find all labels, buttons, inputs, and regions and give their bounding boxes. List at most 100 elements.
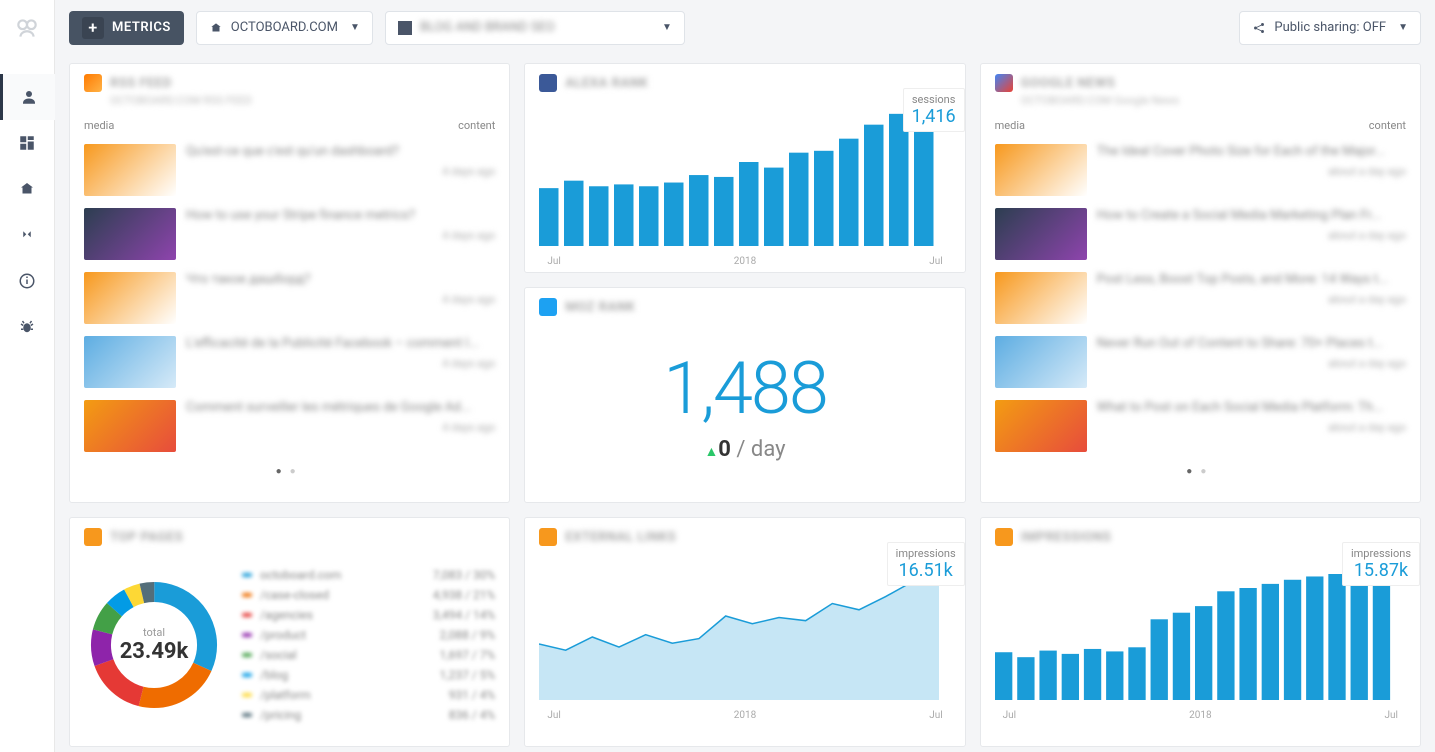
card-subtitle: OCTOBOARD.COM RSS FEED bbox=[70, 94, 509, 115]
item-title: Post Less, Boost Top Posts, and More: 14… bbox=[1097, 272, 1406, 287]
card-moz-rank: MOZ RANK 1,488 ▲0 / day bbox=[524, 287, 965, 503]
list-item[interactable]: How to Create a Social Media Marketing P… bbox=[981, 202, 1420, 266]
card-title: RSS FEED bbox=[110, 76, 172, 91]
item-title: The Ideal Cover Photo Size for Each of t… bbox=[1097, 144, 1406, 159]
list-item[interactable]: The Ideal Cover Photo Size for Each of t… bbox=[981, 138, 1420, 202]
google-news-icon bbox=[995, 74, 1013, 92]
legend: octoboard.com7,083 / 30%/case-closed4,93… bbox=[242, 565, 495, 725]
topbar: + METRICS OCTOBOARD.COM ▼ BLOG AND BRAND… bbox=[55, 0, 1435, 55]
feed-list: Qu'est-ce que c'est qu'un dashboard? 4 d… bbox=[70, 138, 509, 458]
card-alexa-rank: ALEXA RANK sessions 1,416 Jul 2018 Jul bbox=[524, 63, 965, 273]
sharing-label: Public sharing: OFF bbox=[1274, 20, 1386, 35]
donut-total-value: 23.49k bbox=[120, 639, 189, 664]
list-item[interactable]: How to use your Stripe finance metrics? … bbox=[70, 202, 509, 266]
card-title: ALEXA RANK bbox=[565, 76, 648, 91]
item-title: How to use your Stripe finance metrics? bbox=[186, 208, 495, 223]
dashboard-icon bbox=[398, 21, 412, 35]
list-item[interactable]: Qu'est-ce que c'est qu'un dashboard? 4 d… bbox=[70, 138, 509, 202]
thumbnail bbox=[995, 272, 1087, 324]
dashboard-selector-label: BLOG AND BRAND SEO bbox=[420, 20, 555, 35]
xaxis-label: Jul bbox=[929, 710, 942, 721]
bar-chart bbox=[995, 560, 1395, 700]
item-date: about a day ago bbox=[1097, 293, 1406, 306]
item-date: about a day ago bbox=[1097, 229, 1406, 242]
card-title: IMPRESSIONS bbox=[1021, 530, 1112, 545]
badge-label: sessions bbox=[912, 93, 956, 106]
alexa-icon bbox=[539, 74, 557, 92]
card-top-pages: TOP PAGES total 23.49k octoboard.com7,08… bbox=[69, 517, 510, 747]
dashboard-selector[interactable]: BLOG AND BRAND SEO ▼ bbox=[385, 11, 685, 45]
xaxis-label: 2018 bbox=[734, 256, 756, 267]
chevron-down-icon: ▼ bbox=[1398, 22, 1408, 33]
list-item[interactable]: Never Run Out of Content to Share: 70+ P… bbox=[981, 330, 1420, 394]
sidebar-item-account[interactable] bbox=[0, 74, 55, 120]
legend-item: /case-closed4,938 / 21% bbox=[242, 585, 495, 605]
xaxis-label: Jul bbox=[1385, 710, 1398, 721]
item-title: Never Run Out of Content to Share: 70+ P… bbox=[1097, 336, 1406, 351]
thumbnail bbox=[995, 400, 1087, 452]
analytics-icon bbox=[539, 528, 557, 546]
legend-item: octoboard.com7,083 / 30% bbox=[242, 565, 495, 585]
analytics-icon bbox=[84, 528, 102, 546]
list-item[interactable]: Post Less, Boost Top Posts, and More: 14… bbox=[981, 266, 1420, 330]
item-date: 4 days ago bbox=[186, 421, 495, 434]
badge-value: 15.87k bbox=[1351, 560, 1411, 581]
item-title: Что такое дашборд? bbox=[186, 272, 495, 287]
site-selector[interactable]: OCTOBOARD.COM ▼ bbox=[196, 11, 373, 45]
sidebar-item-dashboard[interactable] bbox=[0, 120, 55, 166]
item-date: 4 days ago bbox=[186, 293, 495, 306]
pagination-dots[interactable]: ●● bbox=[70, 458, 509, 485]
thumbnail bbox=[84, 336, 176, 388]
item-date: 4 days ago bbox=[186, 229, 495, 242]
xaxis-label: Jul bbox=[547, 256, 560, 267]
metric-value: 1,488 bbox=[525, 346, 964, 431]
list-item[interactable]: L'efficacité de la Publicité Facebook – … bbox=[70, 330, 509, 394]
thumbnail bbox=[84, 144, 176, 196]
moz-icon bbox=[539, 298, 557, 316]
add-metrics-label: METRICS bbox=[112, 20, 171, 35]
xaxis-label: Jul bbox=[547, 710, 560, 721]
col-content: content bbox=[458, 119, 495, 132]
item-date: about a day ago bbox=[1097, 357, 1406, 370]
card-subtitle: OCTOBOARD.COM Google News bbox=[981, 94, 1420, 115]
share-icon bbox=[1252, 21, 1266, 35]
xaxis-label: Jul bbox=[1003, 710, 1016, 721]
list-item[interactable]: What to Post on Each Social Media Platfo… bbox=[981, 394, 1420, 458]
list-item[interactable]: Что такое дашборд? 4 days ago bbox=[70, 266, 509, 330]
item-date: 4 days ago bbox=[186, 165, 495, 178]
xaxis-label: 2018 bbox=[1189, 710, 1211, 721]
rss-icon bbox=[84, 74, 102, 92]
site-selector-label: OCTOBOARD.COM bbox=[231, 20, 338, 35]
col-media: media bbox=[995, 119, 1025, 132]
public-sharing-toggle[interactable]: Public sharing: OFF ▼ bbox=[1239, 11, 1421, 45]
legend-item: /product2,088 / 9% bbox=[242, 625, 495, 645]
sidebar-item-debug[interactable] bbox=[0, 304, 55, 350]
item-title: Comment surveiller les métriques de Goog… bbox=[186, 400, 495, 415]
item-date: about a day ago bbox=[1097, 421, 1406, 434]
card-rss-feed: RSS FEED OCTOBOARD.COM RSS FEED media co… bbox=[69, 63, 510, 503]
card-title: GOOGLE NEWS bbox=[1021, 76, 1116, 91]
sidebar-item-info[interactable] bbox=[0, 258, 55, 304]
card-title: EXTERNAL LINKS bbox=[565, 530, 676, 545]
item-title: How to Create a Social Media Marketing P… bbox=[1097, 208, 1406, 223]
card-impressions: IMPRESSIONS impressions 15.87k Jul 2018 … bbox=[980, 517, 1421, 747]
add-metrics-button[interactable]: + METRICS bbox=[69, 11, 184, 45]
chevron-down-icon: ▼ bbox=[350, 22, 360, 33]
donut-total-label: total bbox=[143, 626, 165, 639]
feed-list: The Ideal Cover Photo Size for Each of t… bbox=[981, 138, 1420, 458]
thumbnail bbox=[995, 144, 1087, 196]
xaxis-label: 2018 bbox=[734, 710, 756, 721]
sidebar-item-library[interactable] bbox=[0, 166, 55, 212]
legend-item: /platform931 / 4% bbox=[242, 685, 495, 705]
sidebar-item-integrations[interactable] bbox=[0, 212, 55, 258]
list-item[interactable]: Comment surveiller les métriques de Goog… bbox=[70, 394, 509, 458]
item-title: What to Post on Each Social Media Platfo… bbox=[1097, 400, 1406, 415]
value-badge: impressions 15.87k bbox=[1342, 542, 1420, 586]
badge-label: impressions bbox=[1351, 547, 1411, 560]
item-title: L'efficacité de la Publicité Facebook – … bbox=[186, 336, 495, 351]
pagination-dots[interactable]: ●● bbox=[981, 458, 1420, 485]
trend-up-icon: ▲ bbox=[704, 444, 718, 460]
item-date: 4 days ago bbox=[186, 357, 495, 370]
legend-item: /pricing836 / 4% bbox=[242, 705, 495, 725]
card-external-links: EXTERNAL LINKS impressions 16.51k Jul 20… bbox=[524, 517, 965, 747]
